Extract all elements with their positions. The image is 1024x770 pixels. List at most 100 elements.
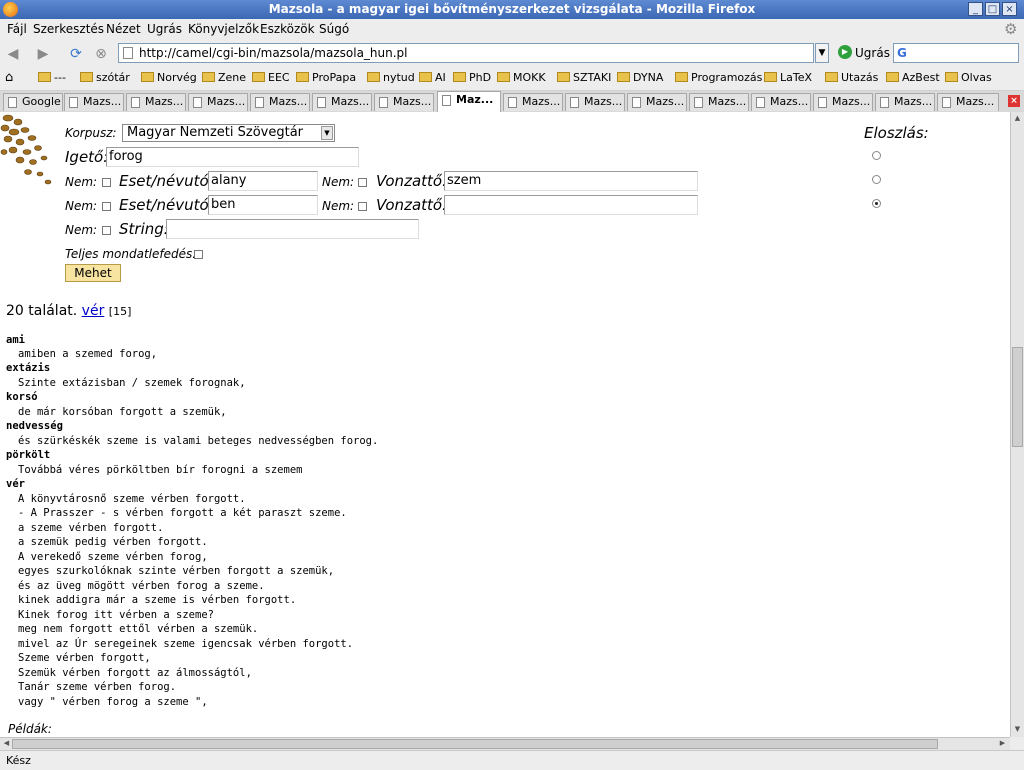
vertical-scroll-thumb[interactable] xyxy=(1012,347,1023,447)
google-search-icon[interactable]: G xyxy=(897,46,907,60)
bookmark-folder[interactable]: Olvas xyxy=(945,71,992,84)
tab-label: Mazs... xyxy=(708,95,747,108)
home-icon[interactable]: ⌂ xyxy=(5,71,19,85)
close-icon[interactable]: × xyxy=(1002,2,1017,16)
scroll-left-icon[interactable]: ◀ xyxy=(1,738,12,749)
scroll-up-icon[interactable]: ▲ xyxy=(1012,113,1023,124)
menu-bookmarks[interactable]: Könyvjelzők xyxy=(188,22,259,36)
go-icon[interactable]: ▶ xyxy=(838,45,852,59)
window-titlebar: Mazsola - a magyar igei bővítményszerkez… xyxy=(0,0,1024,19)
horizontal-scroll-thumb[interactable] xyxy=(12,739,938,749)
tab-label: Mazs... xyxy=(832,95,871,108)
nem-label: Nem: xyxy=(65,199,98,213)
minimize-icon[interactable]: _ xyxy=(968,2,983,16)
tab-bar: Google Mazs... Mazs... Mazs... Mazs... M… xyxy=(0,91,1024,113)
nem-checkbox-5[interactable] xyxy=(102,226,111,235)
menu-go[interactable]: Ugrás xyxy=(147,22,182,36)
nem-checkbox-2[interactable] xyxy=(358,178,367,187)
tab-mazsola[interactable]: Mazs... xyxy=(689,93,749,111)
maximize-icon[interactable]: □ xyxy=(985,2,1000,16)
bookmark-folder[interactable]: nytud xyxy=(367,71,415,84)
horizontal-scrollbar[interactable]: ◀ ▶ xyxy=(0,737,1010,750)
window-title: Mazsola - a magyar igei bővítményszerkez… xyxy=(268,2,756,16)
scroll-down-icon[interactable]: ▼ xyxy=(1012,724,1023,735)
page-icon xyxy=(69,97,78,108)
tab-mazsola[interactable]: Mazs... xyxy=(374,93,434,111)
menu-file[interactable]: Fájl xyxy=(7,22,27,36)
close-tab-icon[interactable]: × xyxy=(1008,95,1020,107)
nem-checkbox-3[interactable] xyxy=(102,202,111,211)
bookmark-folder[interactable]: SZTAKI xyxy=(557,71,611,84)
tab-mazsola[interactable]: Mazs... xyxy=(64,93,124,111)
eset-input-1[interactable]: alany xyxy=(208,171,318,191)
tab-mazsola[interactable]: Mazs... xyxy=(126,93,186,111)
eloszlas-radio-1[interactable] xyxy=(872,151,881,160)
bookmark-folder[interactable]: LaTeX xyxy=(764,71,812,84)
go-button[interactable]: Ugrás xyxy=(855,46,890,60)
igeto-input[interactable]: forog xyxy=(106,147,359,167)
eloszlas-radio-3[interactable] xyxy=(872,199,881,208)
bookmark-folder[interactable]: ProPapa xyxy=(296,71,356,84)
tab-mazsola[interactable]: Mazs... xyxy=(250,93,310,111)
url-history-dropdown[interactable]: ▼ xyxy=(815,43,829,63)
result-line: A verekedő szeme vérben forog, xyxy=(18,551,208,563)
bookmark-folder[interactable]: szótár xyxy=(80,71,130,84)
tab-mazsola[interactable]: Mazs... xyxy=(312,93,372,111)
forward-icon[interactable]: ▶ xyxy=(34,45,52,63)
eset-input-2[interactable]: ben xyxy=(208,195,318,215)
bookmark-folder[interactable]: AzBest xyxy=(886,71,940,84)
tab-mazsola[interactable]: Mazs... xyxy=(875,93,935,111)
page-icon xyxy=(442,95,451,106)
search-input[interactable]: G xyxy=(893,43,1019,63)
scroll-right-icon[interactable]: ▶ xyxy=(997,738,1008,749)
result-key: nedvesség xyxy=(6,420,63,432)
tab-mazsola[interactable]: Mazs... xyxy=(813,93,873,111)
back-icon[interactable]: ◀ xyxy=(4,45,22,63)
bookmark-folder[interactable]: Norvég xyxy=(141,71,197,84)
korpusz-select[interactable]: Magyar Nemzeti Szövegtár ▼ xyxy=(122,124,335,142)
bookmark-folder[interactable]: MOKK xyxy=(497,71,546,84)
tab-mazsola[interactable]: Mazs... xyxy=(565,93,625,111)
vonzatto-input-2[interactable] xyxy=(444,195,698,215)
page-icon xyxy=(880,97,889,108)
bookmark-folder[interactable]: Programozás xyxy=(675,71,762,84)
bookmark-folder[interactable]: Utazás xyxy=(825,71,878,84)
tab-mazsola[interactable]: Mazs... xyxy=(937,93,999,111)
stop-icon[interactable]: ⊗ xyxy=(92,45,110,63)
reload-icon[interactable]: ⟳ xyxy=(67,45,85,63)
bookmark-folder[interactable]: AI xyxy=(419,71,446,84)
menu-view[interactable]: Nézet xyxy=(106,22,141,36)
menu-edit[interactable]: Szerkesztés xyxy=(33,22,104,36)
tab-mazsola[interactable]: Mazs... xyxy=(751,93,811,111)
result-line: de már korsóban forgott a szemük, xyxy=(18,406,227,418)
result-line: - A Prasszer - s vérben forgott a két pa… xyxy=(18,507,347,519)
bookmark-folder[interactable]: DYNA xyxy=(617,71,663,84)
result-key: ami xyxy=(6,334,25,346)
tab-mazsola-active[interactable]: Maz... xyxy=(437,91,501,112)
bookmark-folder[interactable]: EEC xyxy=(252,71,290,84)
nem-checkbox-4[interactable] xyxy=(358,202,367,211)
page-icon xyxy=(508,97,517,108)
folder-icon xyxy=(675,72,688,82)
mehet-button[interactable]: Mehet xyxy=(65,264,121,282)
bookmark-folder[interactable]: Zene xyxy=(202,71,246,84)
url-bar[interactable]: http://camel/cgi-bin/mazsola/mazsola_hun… xyxy=(118,43,814,63)
bookmark-folder[interactable]: PhD xyxy=(453,71,491,84)
tab-google[interactable]: Google xyxy=(3,93,63,111)
string-input[interactable] xyxy=(166,219,419,239)
bookmark-folder[interactable]: --- xyxy=(38,71,66,84)
vertical-scrollbar[interactable]: ▲ ▼ xyxy=(1010,112,1024,737)
menu-tools[interactable]: Eszközök xyxy=(260,22,315,36)
result-link-ver[interactable]: vér xyxy=(82,303,105,319)
nem-checkbox-1[interactable] xyxy=(102,178,111,187)
bookmark-label: SZTAKI xyxy=(573,71,612,84)
tab-mazsola[interactable]: Mazs... xyxy=(627,93,687,111)
menu-help[interactable]: Súgó xyxy=(319,22,349,36)
bookmark-label: MOKK xyxy=(513,71,546,84)
eloszlas-radio-2[interactable] xyxy=(872,175,881,184)
nem-label: Nem: xyxy=(322,175,355,189)
tab-mazsola[interactable]: Mazs... xyxy=(188,93,248,111)
vonzatto-input-1[interactable]: szem xyxy=(444,171,698,191)
teljes-checkbox[interactable] xyxy=(194,250,203,259)
tab-mazsola[interactable]: Mazs... xyxy=(503,93,563,111)
